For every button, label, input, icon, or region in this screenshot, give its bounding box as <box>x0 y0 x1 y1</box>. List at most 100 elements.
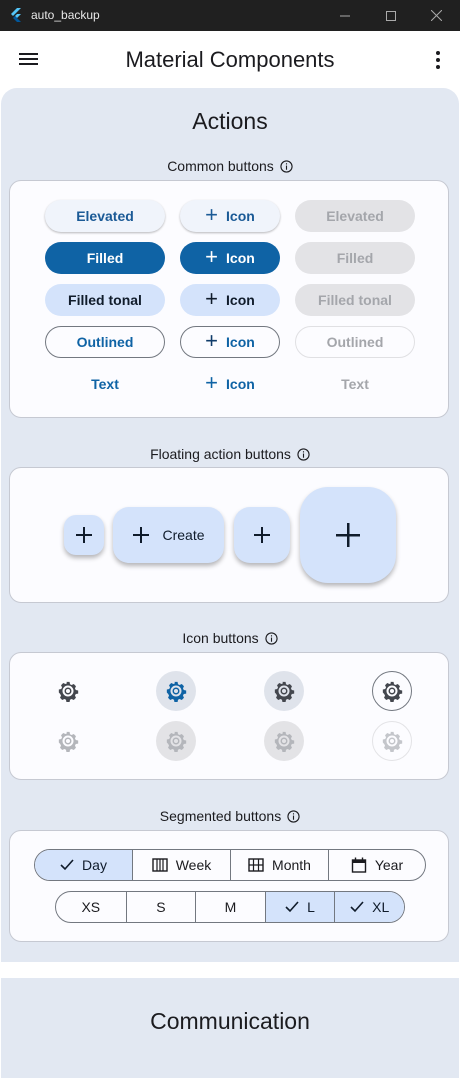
minimize-button[interactable] <box>322 0 368 31</box>
button-label: Text <box>91 376 119 392</box>
small-fab[interactable] <box>64 515 104 555</box>
segment-label: Day <box>82 857 107 873</box>
add-icon: + <box>205 202 219 227</box>
info-icon[interactable] <box>287 809 300 823</box>
settings-icon <box>273 730 295 752</box>
button-label: Text <box>341 376 369 392</box>
segment-label: Year <box>374 857 404 873</box>
more-vert-icon[interactable] <box>428 49 448 71</box>
extended-fab[interactable]: Create <box>113 507 224 563</box>
common-buttons-label: Common buttons <box>167 158 274 174</box>
window-titlebar: auto_backup <box>0 0 460 31</box>
outlined-icon-button[interactable] <box>372 671 412 711</box>
large-fab[interactable] <box>300 487 396 583</box>
filled-tonal-icon-button[interactable]: + Icon <box>180 284 280 316</box>
page-title: Material Components <box>125 47 335 72</box>
info-icon[interactable] <box>265 631 278 645</box>
segment-label: M <box>224 899 237 915</box>
add-icon <box>76 527 92 543</box>
common-buttons-title: Common buttons <box>0 158 460 174</box>
segment-s[interactable]: S <box>125 892 196 922</box>
info-icon[interactable] <box>297 447 310 461</box>
button-label: Icon <box>226 376 255 392</box>
close-icon <box>430 10 442 21</box>
maximize-icon <box>386 10 396 21</box>
segmented-buttons-label: Segmented buttons <box>159 808 282 824</box>
week-view-icon <box>152 858 168 872</box>
minimize-icon <box>340 15 350 16</box>
standard-icon-button[interactable] <box>48 671 88 711</box>
segment-xl[interactable]: XL <box>334 892 404 922</box>
elevated-button-disabled: Elevated <box>295 200 415 232</box>
check-icon <box>285 901 299 913</box>
add-icon: + <box>205 244 219 269</box>
outlined-icon-button-disabled <box>372 721 412 761</box>
segment-label: L <box>307 899 315 915</box>
actions-heading: Actions <box>192 108 268 134</box>
filled-tonal-button-disabled: Filled tonal <box>295 284 415 316</box>
maximize-button[interactable] <box>368 0 414 31</box>
settings-icon <box>165 680 187 702</box>
check-icon <box>350 901 364 913</box>
button-label: Icon <box>226 208 255 224</box>
segment-week[interactable]: Week <box>132 850 230 880</box>
icon-buttons-card <box>9 652 449 780</box>
filled-icon-button[interactable]: + Icon <box>180 242 280 274</box>
button-label: Filled tonal <box>318 292 392 308</box>
window-title: auto_backup <box>31 8 100 22</box>
segment-m[interactable]: M <box>195 892 265 922</box>
fab[interactable] <box>234 507 290 563</box>
fab-label: Floating action buttons <box>150 446 291 462</box>
button-label: Elevated <box>326 208 384 224</box>
button-label: Filled <box>86 250 124 266</box>
segment-label: XS <box>81 899 101 915</box>
button-label: Icon <box>226 292 255 308</box>
elevated-icon-button[interactable]: + Icon <box>180 200 280 232</box>
button-label: Icon <box>226 250 255 266</box>
add-icon <box>336 523 360 547</box>
standard-icon-button-disabled <box>48 721 88 761</box>
icon-buttons-label: Icon buttons <box>182 630 259 646</box>
extended-fab-label: Create <box>162 527 205 543</box>
add-icon: + <box>205 286 219 311</box>
outlined-icon-button[interactable]: + Icon <box>180 326 280 358</box>
button-label: Filled <box>336 250 374 266</box>
segment-month[interactable]: Month <box>230 850 328 880</box>
settings-icon <box>165 730 187 752</box>
segment-l[interactable]: L <box>264 892 335 922</box>
text-icon-button[interactable]: + Icon <box>180 368 280 400</box>
segment-label: XL <box>372 899 390 915</box>
tonal-icon-button[interactable] <box>264 671 304 711</box>
outlined-button[interactable]: Outlined <box>45 326 165 358</box>
segment-day[interactable]: Day <box>35 850 132 880</box>
filled-button-disabled: Filled <box>295 242 415 274</box>
segment-label: Week <box>175 857 212 873</box>
icon-buttons-title: Icon buttons <box>0 630 460 646</box>
segmented-buttons-title: Segmented buttons <box>0 808 460 824</box>
calendar-segmented-button: Day Week Month Year <box>34 849 426 881</box>
segment-year[interactable]: Year <box>328 850 425 880</box>
segmented-buttons-card <box>9 830 449 942</box>
text-button-disabled: Text <box>295 368 415 400</box>
text-button[interactable]: Text <box>45 368 165 400</box>
filled-icon-toggle-button[interactable] <box>156 671 196 711</box>
elevated-button[interactable]: Elevated <box>45 200 165 232</box>
segment-xs[interactable]: XS <box>56 892 126 922</box>
calendar-icon <box>351 857 367 873</box>
tonal-icon-button-disabled <box>264 721 304 761</box>
add-icon: + <box>205 328 219 353</box>
add-icon <box>133 527 150 543</box>
button-label: Icon <box>226 334 255 350</box>
filled-button[interactable]: Filled <box>45 242 165 274</box>
info-icon[interactable] <box>280 159 293 173</box>
settings-icon <box>381 730 403 752</box>
settings-icon <box>273 680 295 702</box>
segment-label: S <box>156 899 166 915</box>
filled-tonal-button[interactable]: Filled tonal <box>45 284 165 316</box>
check-icon <box>60 859 74 871</box>
close-button[interactable] <box>413 0 459 31</box>
section-divider <box>1 962 459 978</box>
add-icon: + <box>205 370 219 395</box>
outlined-button-disabled: Outlined <box>295 326 415 358</box>
size-segmented-button: XS S M L XL <box>55 891 405 923</box>
